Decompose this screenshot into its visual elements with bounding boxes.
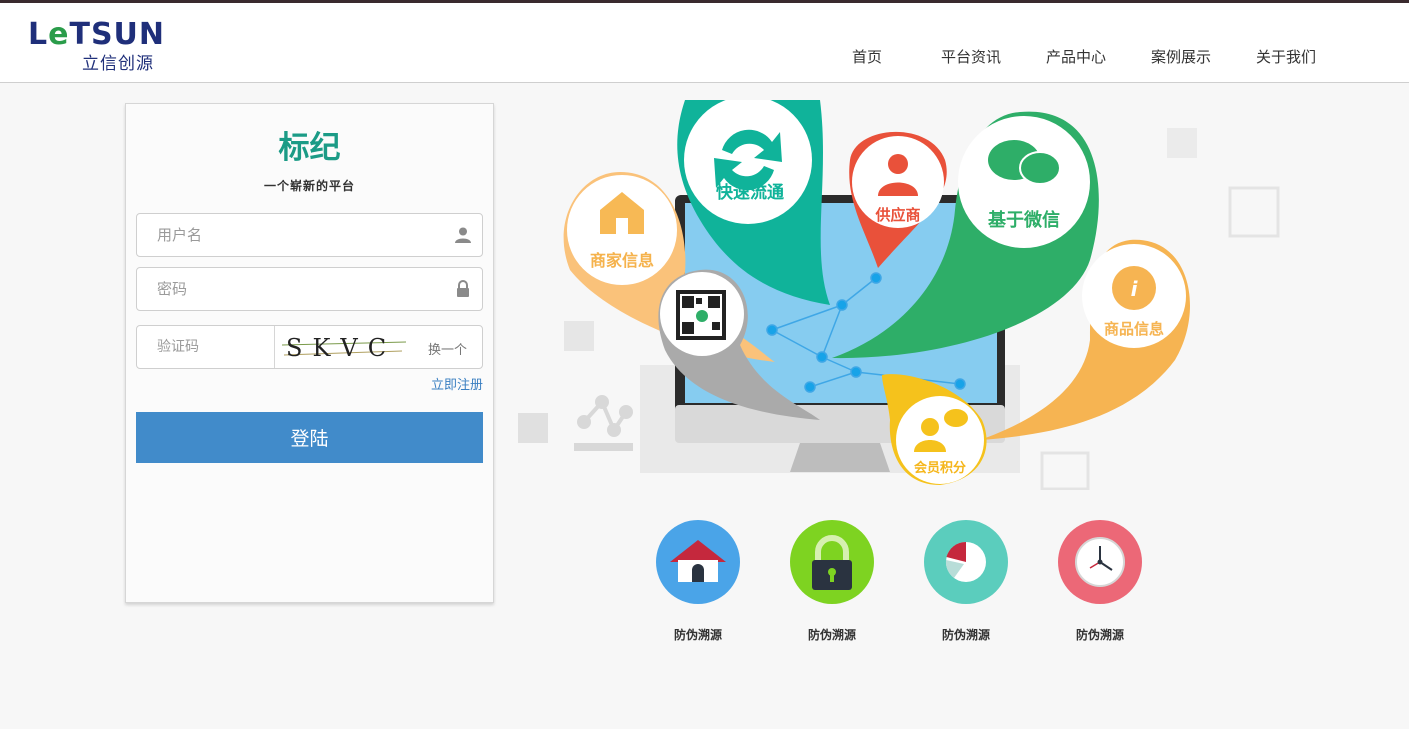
password-input[interactable]: [157, 268, 437, 310]
username-input[interactable]: [157, 214, 437, 256]
network-deco-icon: [574, 395, 633, 451]
lock-icon: [790, 520, 874, 604]
feature-label: 防伪溯源: [941, 628, 990, 642]
captcha-field: SKVC 换一个: [136, 325, 483, 369]
bubble-supplier-label: 供应商: [874, 206, 920, 224]
user-icon: [455, 227, 471, 243]
captcha-text: SKVC: [286, 334, 396, 362]
captcha-image[interactable]: SKVC: [282, 331, 406, 363]
member-icon: [921, 418, 939, 436]
hero-illustration: 商家信息 快速流通 供应商 基于微信 i 商品信息 会员积分: [518, 100, 1280, 490]
features-row: 防伪溯源 防伪溯源 防伪溯源 防伪溯源: [640, 520, 1180, 650]
logo-chinese-name: 立信创源: [82, 54, 154, 74]
bubble-wechat-label: 基于微信: [987, 209, 1060, 231]
feature-label: 防伪溯源: [673, 628, 722, 642]
nav-item-home[interactable]: 首页: [852, 46, 882, 67]
deco-square-outline: [1040, 451, 1090, 490]
feature-item[interactable]: 防伪溯源: [1040, 520, 1160, 643]
clock-icon: [1058, 520, 1142, 604]
nav-item-products[interactable]: 产品中心: [1046, 46, 1106, 67]
password-field: [136, 267, 483, 311]
captcha-input[interactable]: [157, 326, 267, 368]
nav-item-about[interactable]: 关于我们: [1256, 46, 1316, 67]
bubble-member-label: 会员积分: [914, 460, 966, 476]
nav-item-cases[interactable]: 案例展示: [1151, 46, 1211, 67]
register-link[interactable]: 立即注册: [431, 374, 483, 393]
captcha-divider: [274, 326, 275, 368]
login-panel: 标纪 一个崭新的平台 SKVC 换一个 立即注册 登陆: [125, 103, 494, 603]
house-icon: [656, 520, 740, 604]
feature-label: 防伪溯源: [807, 628, 856, 642]
captcha-refresh-link[interactable]: 换一个: [428, 339, 467, 358]
deco-square: [1167, 128, 1197, 158]
deco-square: [518, 413, 548, 443]
feature-label: 防伪溯源: [1075, 628, 1124, 642]
login-button[interactable]: 登陆: [136, 412, 483, 463]
login-subtitle: 一个崭新的平台: [263, 179, 355, 193]
bubble-merchant-label: 商家信息: [590, 251, 654, 270]
pie-chart-icon: [924, 520, 1008, 604]
login-title: 标纪: [278, 130, 341, 166]
lock-icon: [457, 280, 469, 297]
logo[interactable]: LeTSUN 立信创源: [28, 17, 208, 74]
deco-square: [564, 321, 594, 351]
feature-item[interactable]: 防伪溯源: [772, 520, 892, 643]
nav-item-news[interactable]: 平台资讯: [941, 46, 1001, 67]
logo-wordmark: LeTSUN: [28, 17, 166, 52]
svg-text:i: i: [1131, 277, 1139, 301]
deco-square-outline: [1228, 186, 1280, 238]
feature-item[interactable]: 防伪溯源: [906, 520, 1026, 643]
bubble-product-label: 商品信息: [1104, 320, 1164, 338]
feature-item[interactable]: 防伪溯源: [638, 520, 758, 643]
bubble-fast-label: 快速流通: [716, 182, 784, 203]
username-field: [136, 213, 483, 257]
person-icon: [888, 154, 908, 174]
header: LeTSUN 立信创源 首页 平台资讯 产品中心 案例展示 关于我们: [0, 3, 1409, 83]
